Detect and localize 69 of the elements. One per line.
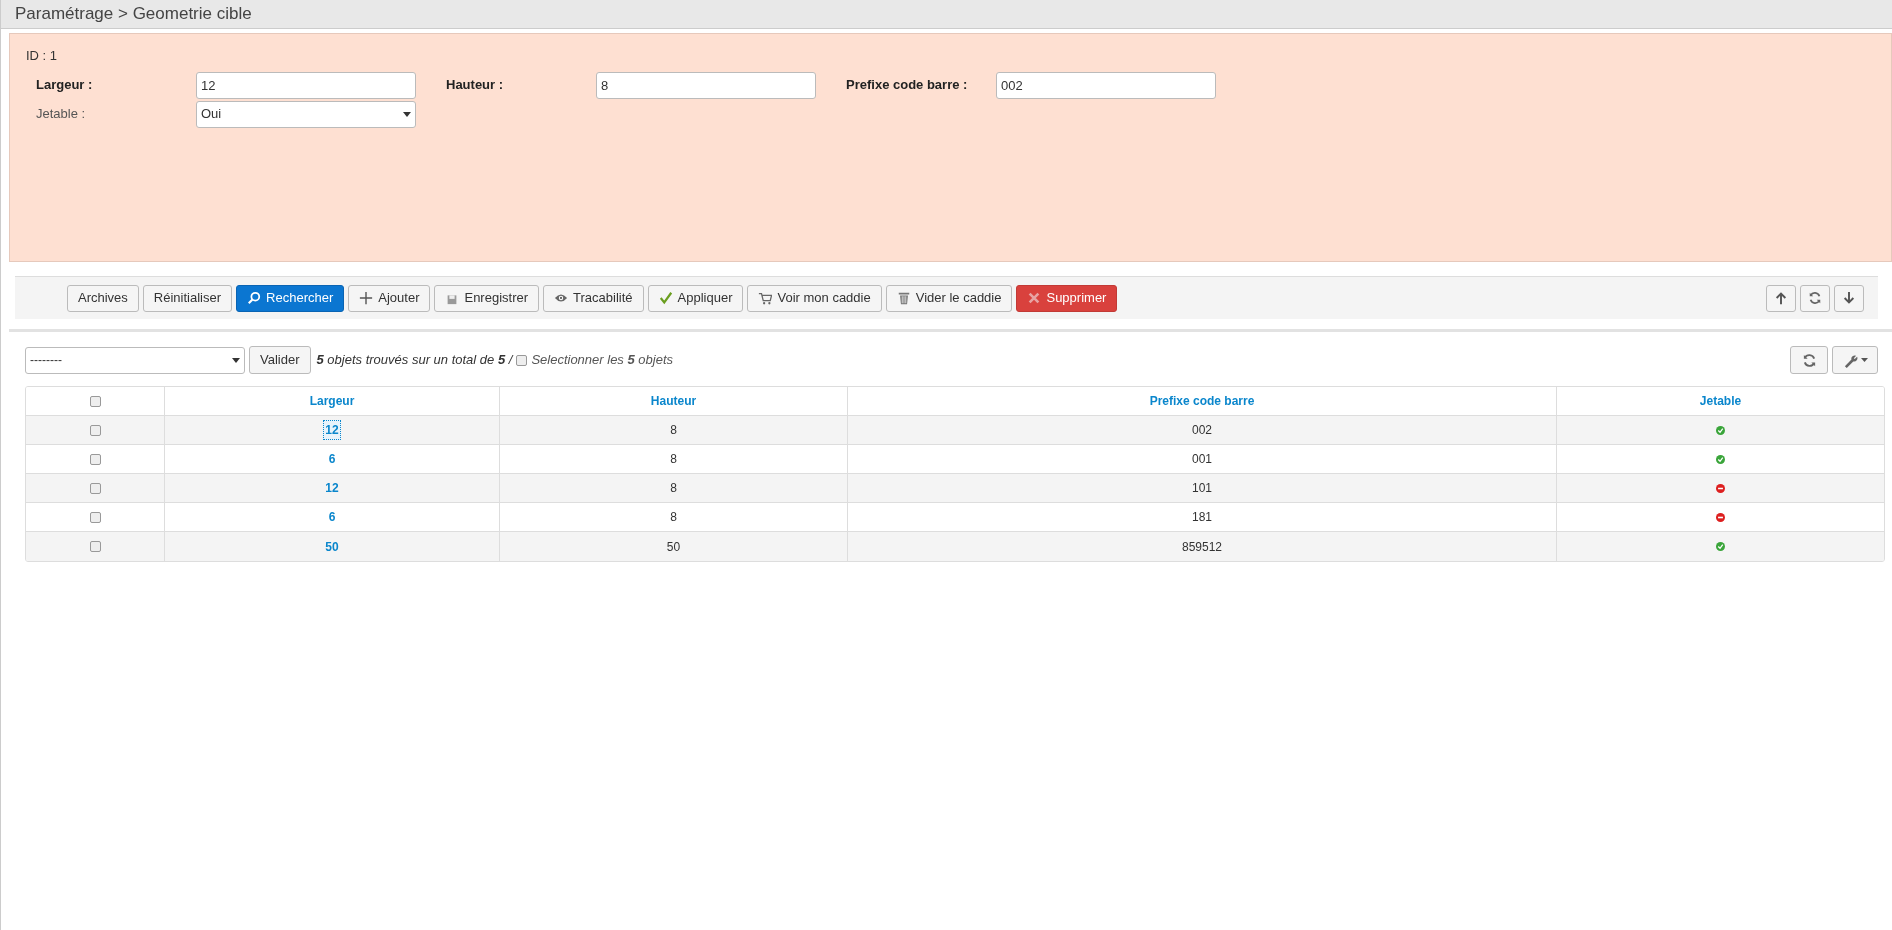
largeur-link[interactable]: 12 [323,478,341,498]
add-button[interactable]: Ajouter [348,284,431,312]
largeur-link[interactable]: 6 [326,507,338,527]
largeur-link[interactable]: 50 [323,536,341,557]
check-icon [658,291,673,305]
select-all-label: Selectionner les 5 objets [531,351,674,370]
move-down-button[interactable] [1834,284,1864,312]
largeur-link[interactable]: 12 [323,420,341,440]
column-header[interactable]: Hauteur [650,392,697,410]
plus-icon [359,291,374,305]
table-cell-text: 8 [670,422,677,439]
row-checkbox[interactable] [89,541,101,552]
field-label: Largeur : [36,76,94,95]
id-label: ID : 1 [26,47,59,65]
refresh-icon [1801,352,1817,368]
table-cell-text: 181 [1192,509,1212,526]
caret-icon [232,357,240,363]
row-checkbox[interactable] [89,424,101,436]
row-checkbox[interactable] [89,482,101,494]
column-header[interactable]: Prefixe code barre [1149,392,1255,410]
row-checkbox[interactable] [89,511,101,523]
move-up-button[interactable] [1766,284,1796,312]
table-cell-text: 001 [1192,451,1212,468]
table-cell-text: 50 [666,538,681,556]
cart-button[interactable]: Voir mon caddie [747,284,882,312]
select-all-checkbox[interactable] [89,395,101,407]
save-button[interactable]: Enregistrer [434,284,540,312]
select-all-checkbox[interactable] [516,354,528,366]
table-cell-text: 859512 [1181,538,1222,556]
toolbar-button[interactable]: Archives [67,284,139,312]
text-field[interactable]: 8 [596,71,816,99]
settings-button[interactable] [1832,346,1878,374]
jetable-select[interactable]: Oui [196,100,416,128]
delete-button[interactable]: Supprimer [1016,284,1118,312]
row-checkbox[interactable] [89,453,101,465]
search-icon [247,291,262,305]
validate-button[interactable]: Valider [249,346,311,374]
table-cell-text: 8 [670,480,677,497]
apply-button[interactable]: Appliquer [647,284,744,312]
field-label: Prefixe code barre : [846,76,969,95]
table-cell-text: 8 [670,451,677,468]
view-button[interactable]: Tracabilité [543,284,644,312]
largeur-link[interactable]: 6 [326,449,338,469]
search-button[interactable]: Rechercher [236,284,345,312]
caret-icon [403,111,411,117]
table-cell-text: 101 [1192,480,1212,497]
cross-icon [1027,291,1042,305]
wrench-icon [1842,352,1858,368]
trash-button[interactable]: Vider le caddie [885,284,1013,312]
refresh-button[interactable] [1790,346,1828,374]
field-label: Hauteur : [446,76,505,95]
table-cell-text: 002 [1192,422,1212,439]
trash-icon [896,291,911,305]
toolbar-button[interactable]: Réinitialiser [142,284,233,312]
table-cell-text: 8 [670,509,677,526]
caret-icon [1860,358,1868,362]
cart-icon [758,291,773,305]
page-title: Paramétrage > Geometrie cible [15,3,252,26]
up-arrow-icon [1774,291,1788,305]
action-select[interactable]: -------- [25,346,245,374]
field-label: Jetable : [36,105,87,124]
text-field[interactable]: 12 [196,71,416,99]
refresh-button[interactable] [1800,284,1830,312]
down-arrow-icon [1842,291,1856,305]
column-header[interactable]: Largeur [309,392,355,410]
column-header[interactable]: Jetable [1699,392,1742,410]
text-field[interactable]: 002 [996,71,1216,99]
refresh-icon [1808,291,1822,305]
results-summary: 5 objets trouvés sur un total de 5 / [316,351,513,370]
